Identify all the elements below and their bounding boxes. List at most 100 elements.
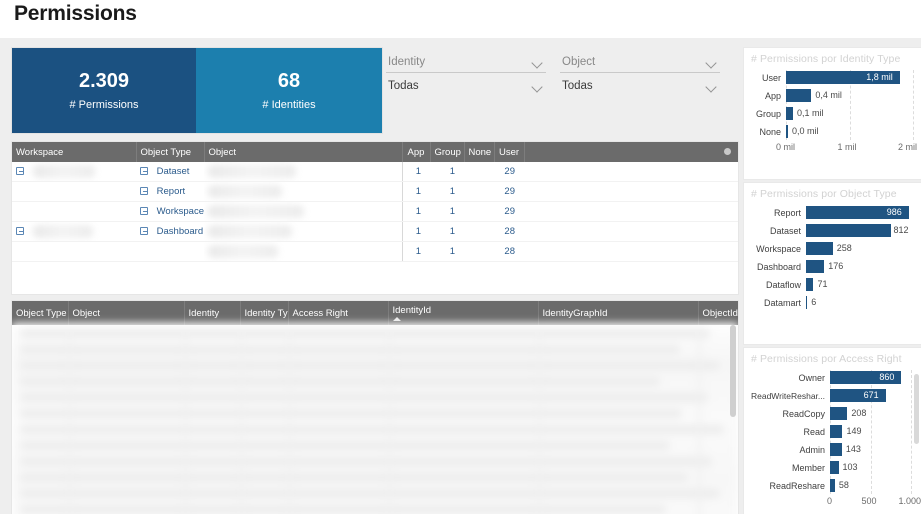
chart3-track-admin: 143 bbox=[830, 443, 913, 456]
expand-collapse-icon[interactable] bbox=[140, 187, 148, 195]
chart3-cat-member: Member bbox=[791, 462, 825, 473]
detail-table-vertical-scrollbar[interactable] bbox=[730, 325, 736, 417]
chart3-cat-admin: Admin bbox=[799, 444, 825, 455]
chart3-value-admin: 143 bbox=[845, 444, 861, 454]
matrix-col-app[interactable]: App bbox=[401, 142, 431, 162]
matrix-cell-object[interactable] bbox=[204, 201, 402, 222]
slicer-object-title: Object bbox=[562, 56, 596, 68]
chevron-down-icon[interactable] bbox=[707, 59, 718, 66]
table-row[interactable]: Dataset 1 1 29 bbox=[12, 162, 738, 182]
matrix-cell-object-type[interactable]: Dataset bbox=[136, 162, 204, 182]
matrix-cell-object-type[interactable]: Report bbox=[136, 181, 204, 202]
kpi-card-permissions[interactable]: 2.309 # Permissions bbox=[12, 48, 196, 133]
matrix-cell-object[interactable] bbox=[204, 221, 402, 242]
redacted-value bbox=[208, 225, 292, 238]
chart2-bar-datamart[interactable]: Datamart 6 bbox=[748, 295, 913, 310]
chevron-down-icon[interactable] bbox=[707, 83, 718, 90]
slicer-identity[interactable]: Identity Todas bbox=[386, 48, 546, 133]
chart3-cat-readreshare: ReadReshare bbox=[769, 480, 825, 491]
expand-collapse-icon[interactable] bbox=[16, 227, 24, 236]
detail-col-object-type[interactable]: Object Type bbox=[12, 301, 69, 325]
detail-table-visual[interactable]: Object Type Object Identity Identity Typ… bbox=[12, 301, 738, 514]
matrix-cell-object[interactable] bbox=[204, 162, 402, 182]
expand-collapse-icon[interactable] bbox=[16, 167, 24, 176]
matrix-cell-object-type[interactable]: Workspace bbox=[136, 201, 204, 222]
slicer-identity-dropdown[interactable]: Todas bbox=[386, 73, 546, 94]
matrix-cell-object-type[interactable] bbox=[136, 241, 204, 262]
chart2-bar-dataset[interactable]: Dataset 812 bbox=[748, 223, 913, 238]
detail-col-access-right[interactable]: Access Right bbox=[288, 301, 389, 325]
chart3-value-owner: 860 bbox=[879, 372, 895, 382]
detail-col-objectid[interactable]: ObjectId bbox=[698, 301, 738, 325]
chart1-plot: User 1,8 mil App 0,4 mil Group 0,1 mil N… bbox=[744, 67, 921, 154]
matrix-cell-spacer bbox=[524, 162, 738, 182]
chart3-scrollbar[interactable] bbox=[914, 374, 919, 444]
matrix-cell-object-type[interactable]: Dashboard bbox=[136, 221, 204, 242]
matrix-cell-group: 1 bbox=[430, 162, 464, 182]
slicer-identity-header[interactable]: Identity bbox=[386, 54, 546, 73]
chart1-tick-2: 2 mil bbox=[897, 142, 917, 152]
chart2-bar-workspace[interactable]: Workspace 258 bbox=[748, 241, 913, 256]
chart1-value-group: 0,1 mil bbox=[796, 108, 824, 118]
slicer-object-dropdown[interactable]: Todas bbox=[560, 73, 720, 94]
chart3-bar-member[interactable]: Member 103 bbox=[748, 460, 913, 475]
slicer-object-header[interactable]: Object bbox=[560, 54, 720, 73]
chart1-bar-user[interactable]: User 1,8 mil bbox=[748, 70, 913, 85]
chevron-down-icon[interactable] bbox=[533, 83, 544, 90]
chart3-bar-owner[interactable]: Owner 860 bbox=[748, 370, 913, 385]
matrix-col-object-type[interactable]: Object Type bbox=[136, 142, 205, 162]
detail-col-identityid[interactable]: IdentityId bbox=[388, 301, 539, 325]
matrix-col-user[interactable]: User bbox=[494, 142, 525, 162]
chart2-bar-dashboard[interactable]: Dashboard 176 bbox=[748, 259, 913, 274]
chart3-bar-admin[interactable]: Admin 143 bbox=[748, 442, 913, 457]
expand-collapse-icon[interactable] bbox=[140, 167, 148, 175]
matrix-cell-object[interactable] bbox=[204, 181, 402, 202]
table-row[interactable]: Workspace 1 1 29 bbox=[12, 201, 738, 222]
matrix-cell-app: 1 bbox=[401, 181, 430, 202]
detail-col-identity[interactable]: Identity bbox=[184, 301, 241, 325]
chart3-bar-readwritereshare[interactable]: ReadWriteReshar... 671 bbox=[748, 388, 913, 403]
kpi-card-identities[interactable]: 68 # Identities bbox=[196, 48, 382, 133]
chart1-bar-app[interactable]: App 0,4 mil bbox=[748, 88, 913, 103]
chart2-track-dashboard: 176 bbox=[806, 260, 913, 273]
chart1-bar-none[interactable]: None 0,0 mil bbox=[748, 124, 913, 139]
matrix-cell-workspace[interactable] bbox=[12, 181, 136, 202]
redacted-value bbox=[208, 205, 304, 218]
table-row[interactable]: Dashboard 1 1 28 bbox=[12, 221, 738, 242]
chart3-tick-2: 1.000 bbox=[898, 496, 921, 506]
expand-collapse-icon[interactable] bbox=[140, 207, 148, 215]
chart3-bar-readcopy[interactable]: ReadCopy 208 bbox=[748, 406, 913, 421]
matrix-col-none[interactable]: None bbox=[464, 142, 495, 162]
more-options-icon[interactable] bbox=[724, 148, 731, 155]
chart2-bar-report[interactable]: Report 986 bbox=[748, 205, 913, 220]
chart2-bar-dataflow[interactable]: Dataflow 71 bbox=[748, 277, 913, 292]
slicer-object[interactable]: Object Todas bbox=[560, 48, 720, 133]
chart1-cat-user: User bbox=[761, 72, 781, 83]
chart-permissions-by-object-type[interactable]: # Permissions por Object Type Report 986… bbox=[744, 183, 921, 344]
matrix-col-group[interactable]: Group bbox=[430, 142, 465, 162]
chart3-bar-read[interactable]: Read 149 bbox=[748, 424, 913, 439]
detail-col-object[interactable]: Object bbox=[68, 301, 185, 325]
table-row[interactable]: 1 1 28 bbox=[12, 241, 738, 262]
expand-collapse-icon[interactable] bbox=[140, 227, 148, 235]
chart1-bar-group[interactable]: Group 0,1 mil bbox=[748, 106, 913, 121]
detail-col-identitygraphid[interactable]: IdentityGraphId bbox=[538, 301, 699, 325]
matrix-visual[interactable]: Workspace Object Type Object App Group N… bbox=[12, 142, 738, 294]
matrix-cell-workspace[interactable] bbox=[12, 162, 136, 182]
chart1-cat-none: None bbox=[759, 126, 781, 137]
chart3-bar-readreshare[interactable]: ReadReshare 58 bbox=[748, 478, 913, 493]
matrix-cell-workspace[interactable] bbox=[12, 221, 136, 242]
matrix-col-workspace[interactable]: Workspace bbox=[12, 142, 137, 162]
chevron-down-icon[interactable] bbox=[533, 59, 544, 66]
chart-permissions-by-identity-type[interactable]: # Permissions por Identity Type User 1,8… bbox=[744, 48, 921, 179]
table-row[interactable]: Report 1 1 29 bbox=[12, 181, 738, 202]
matrix-cell-workspace[interactable] bbox=[12, 241, 136, 262]
detail-col-identity-type[interactable]: Identity Type bbox=[240, 301, 289, 325]
matrix-cell-workspace[interactable] bbox=[12, 201, 136, 222]
matrix-col-object[interactable]: Object bbox=[204, 142, 403, 162]
matrix-cell-object[interactable] bbox=[204, 241, 402, 262]
chart2-cat-report: Report bbox=[773, 207, 801, 218]
chart-permissions-by-access-right[interactable]: # Permissions por Access Right Owner 860… bbox=[744, 348, 921, 514]
chart2-value-dashboard: 176 bbox=[828, 261, 844, 271]
chart1-cat-app: App bbox=[764, 90, 781, 101]
